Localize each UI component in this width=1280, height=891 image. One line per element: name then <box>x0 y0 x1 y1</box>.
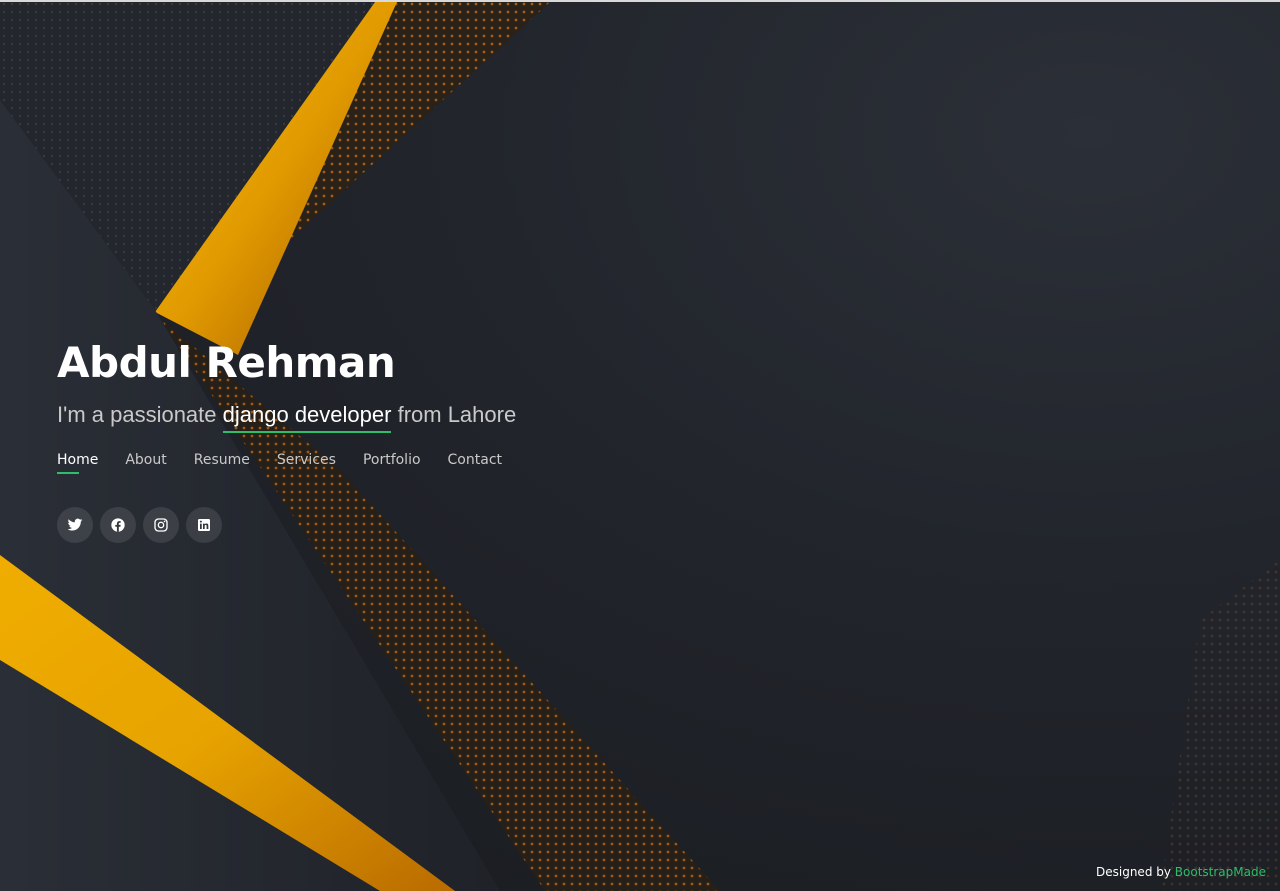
nav-portfolio[interactable]: Portfolio <box>363 452 421 474</box>
nav-services[interactable]: Services <box>277 452 336 474</box>
hero-content: Abdul Rehman I'm a passionate django dev… <box>57 336 757 543</box>
nav-contact[interactable]: Contact <box>448 452 502 474</box>
hero-name: Abdul Rehman <box>57 338 396 387</box>
facebook-button[interactable] <box>100 507 136 543</box>
hero-tagline: I'm a passionate django developer from L… <box>57 400 757 433</box>
twitter-icon <box>67 518 83 531</box>
nav-home[interactable]: Home <box>57 452 98 474</box>
nav-about[interactable]: About <box>125 452 166 474</box>
nav-resume[interactable]: Resume <box>194 452 250 474</box>
main-nav: Home About Resume Services Portfolio Con… <box>57 452 757 474</box>
footer-credit: Designed by BootstrapMade <box>1096 865 1266 879</box>
twitter-button[interactable] <box>57 507 93 543</box>
instagram-button[interactable] <box>143 507 179 543</box>
tagline-typed-text: django developer <box>222 402 392 433</box>
credit-prefix: Designed by <box>1096 865 1171 879</box>
linkedin-button[interactable] <box>186 507 222 543</box>
facebook-icon <box>111 518 125 532</box>
tagline-suffix: from Lahore <box>397 402 517 427</box>
social-links <box>57 507 757 543</box>
hero-page: Abdul Rehman I'm a passionate django dev… <box>0 0 1280 891</box>
instagram-icon <box>154 518 168 532</box>
tagline-prefix: I'm a passionate <box>57 402 217 427</box>
linkedin-icon <box>198 519 210 531</box>
bootstrapmade-link[interactable]: BootstrapMade <box>1175 865 1266 879</box>
